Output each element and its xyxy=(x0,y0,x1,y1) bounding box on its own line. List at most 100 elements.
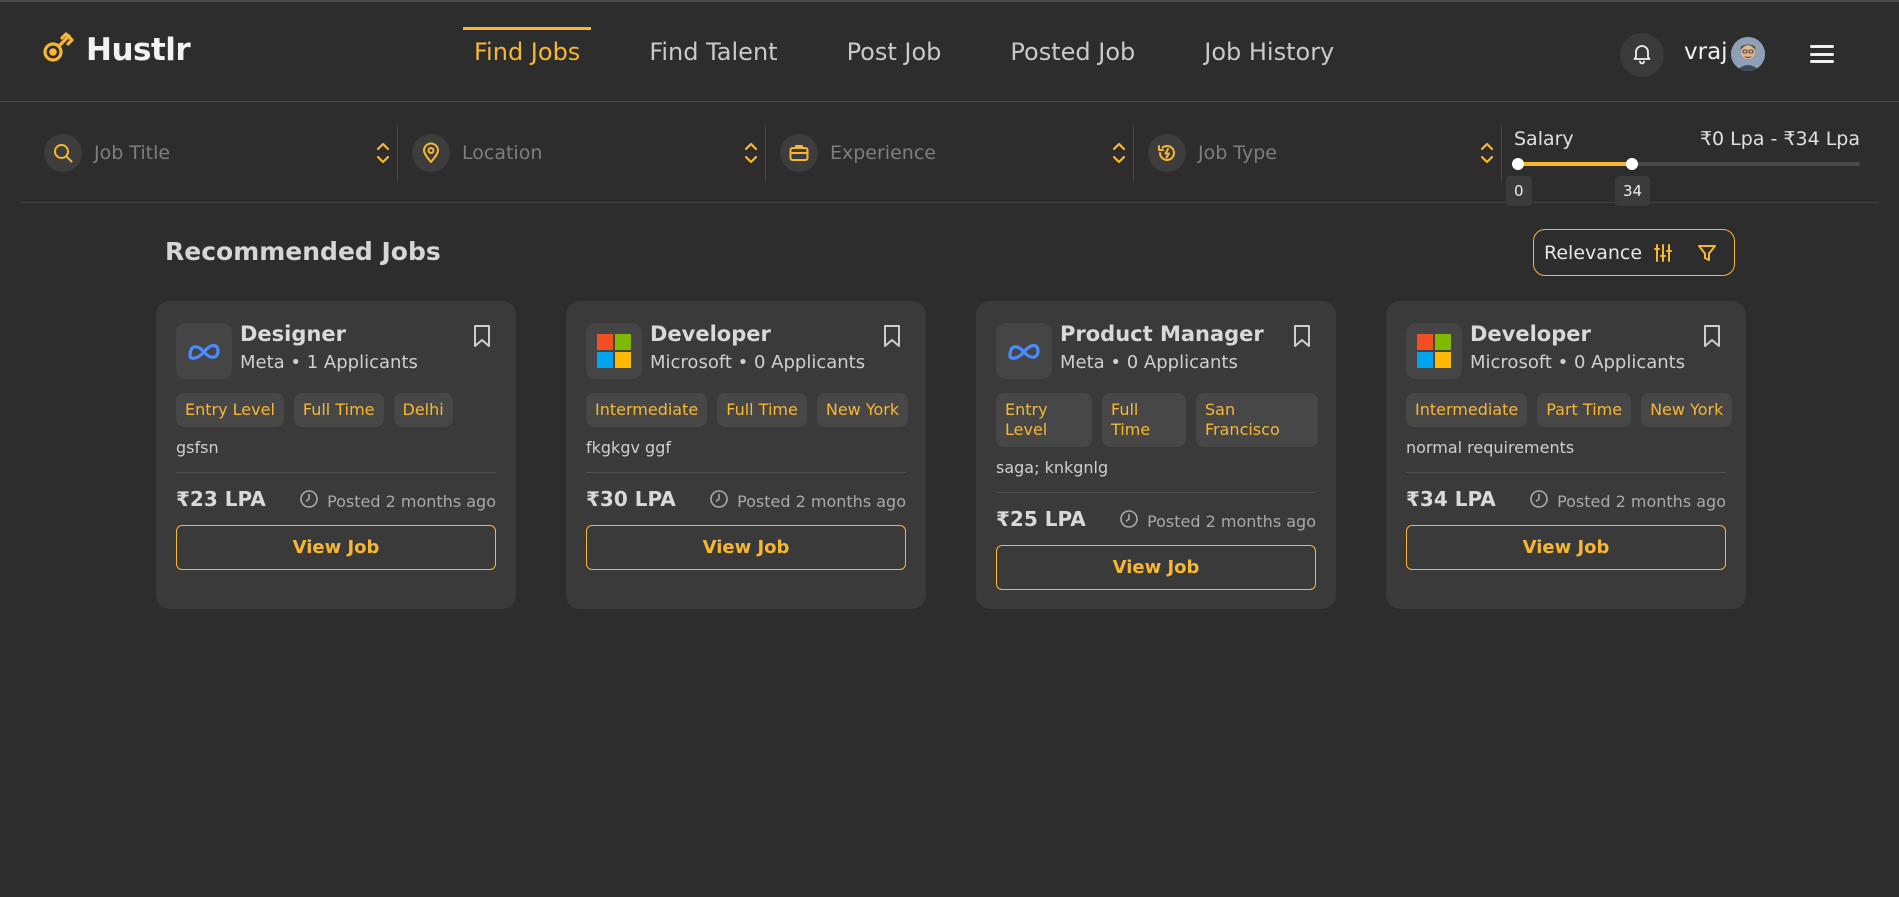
job-card[interactable]: Designer Meta • 1 Applicants Entry Level… xyxy=(156,301,516,609)
sliders-icon[interactable] xyxy=(1652,242,1674,268)
job-title-filter[interactable]: Job Title xyxy=(44,125,392,181)
job-tag: San Francisco xyxy=(1196,393,1318,447)
microsoft-logo-icon xyxy=(586,323,642,379)
app-logo[interactable]: Hustlr xyxy=(40,30,191,70)
nav-find-jobs[interactable]: Find Jobs xyxy=(463,2,592,102)
card-divider xyxy=(1406,472,1726,473)
job-salary: ₹25 LPA xyxy=(996,507,1086,531)
chevron-updown-icon xyxy=(374,139,392,171)
posted-text: Posted 2 months ago xyxy=(327,491,496,511)
salary-range-text: ₹0 Lpa - ₹34 Lpa xyxy=(1699,128,1860,150)
job-tag: Full Time xyxy=(717,393,807,427)
user-name[interactable]: vraj xyxy=(1684,39,1728,65)
filter-divider xyxy=(1501,125,1502,181)
job-posted: Posted 2 months ago xyxy=(1529,489,1726,513)
filter-divider xyxy=(397,125,398,181)
salary-max-value: 34 xyxy=(1615,176,1651,206)
job-tag: Full Time xyxy=(1102,393,1186,447)
job-tags: Intermediate Part Time New York xyxy=(1406,393,1733,427)
header: Hustlr Find Jobs Find Talent Post Job Po… xyxy=(0,2,1899,102)
nav-find-talent[interactable]: Find Talent xyxy=(638,2,788,102)
filter-divider xyxy=(1133,125,1134,181)
job-tag: Intermediate xyxy=(586,393,708,427)
job-card[interactable]: Developer Microsoft • 0 Applicants Inter… xyxy=(566,301,926,609)
clock-icon xyxy=(1529,489,1549,513)
notification-button[interactable] xyxy=(1620,33,1664,77)
salary-label: Salary xyxy=(1514,128,1574,150)
briefcase-icon xyxy=(780,134,818,172)
job-title: Developer xyxy=(650,322,771,346)
job-type-filter[interactable]: Job Type xyxy=(1148,125,1496,181)
chevron-updown-icon xyxy=(1110,139,1128,171)
nav-posted-job[interactable]: Posted Job xyxy=(999,2,1146,102)
bell-icon xyxy=(1630,41,1654,69)
job-tag: Entry Level xyxy=(996,393,1092,447)
avatar[interactable] xyxy=(1731,37,1765,71)
job-title: Product Manager xyxy=(1060,322,1264,346)
salary-max-handle[interactable] xyxy=(1626,158,1638,170)
nav-job-history[interactable]: Job History xyxy=(1193,2,1345,102)
filter-icon[interactable] xyxy=(1696,242,1718,268)
main-nav: Find Jobs Find Talent Post Job Posted Jo… xyxy=(463,2,1392,102)
job-tag: New York xyxy=(1641,393,1733,427)
app-name: Hustlr xyxy=(86,32,191,68)
location-filter[interactable]: Location xyxy=(412,125,760,181)
job-description: fkgkgv ggf xyxy=(586,438,671,457)
view-job-button[interactable]: View Job xyxy=(586,525,906,570)
job-salary: ₹30 LPA xyxy=(586,487,676,511)
job-company: Microsoft • 0 Applicants xyxy=(1470,352,1686,373)
job-type-placeholder: Job Type xyxy=(1198,142,1277,164)
job-company: Meta • 0 Applicants xyxy=(1060,352,1238,373)
clock-icon xyxy=(299,489,319,513)
job-tags: Entry Level Full Time San Francisco xyxy=(996,393,1318,447)
sort-dropdown[interactable]: Relevance xyxy=(1533,229,1735,276)
hustlr-logo-icon xyxy=(40,30,76,70)
clock-icon xyxy=(709,489,729,513)
job-tag: New York xyxy=(816,393,909,427)
salary-min-handle[interactable] xyxy=(1512,158,1524,170)
job-company: Microsoft • 0 Applicants xyxy=(650,352,866,373)
job-title: Developer xyxy=(1470,322,1591,346)
posted-text: Posted 2 months ago xyxy=(1147,511,1316,531)
view-job-button[interactable]: View Job xyxy=(996,545,1316,590)
map-pin-icon xyxy=(412,134,450,172)
search-icon xyxy=(44,134,82,172)
filter-bar: Job Title Location Experience Job Type S… xyxy=(20,103,1879,206)
job-title: Designer xyxy=(240,322,346,346)
job-tags: Entry Level Full Time Delhi xyxy=(176,393,498,427)
view-job-button[interactable]: View Job xyxy=(1406,525,1726,570)
job-card[interactable]: Product Manager Meta • 0 Applicants Entr… xyxy=(976,301,1336,609)
chevron-updown-icon xyxy=(742,139,760,171)
salary-slider-fill xyxy=(1514,162,1632,166)
bookmark-icon[interactable] xyxy=(1292,323,1312,353)
experience-placeholder: Experience xyxy=(830,142,936,164)
job-tag: Entry Level xyxy=(176,393,284,427)
meta-logo-icon xyxy=(996,323,1052,379)
section-title: Recommended Jobs xyxy=(165,237,441,266)
salary-slider[interactable] xyxy=(1512,158,1860,170)
posted-text: Posted 2 months ago xyxy=(1557,491,1726,511)
card-divider xyxy=(996,492,1316,493)
card-divider xyxy=(176,472,496,473)
nav-post-job[interactable]: Post Job xyxy=(836,2,953,102)
job-card[interactable]: Developer Microsoft • 0 Applicants Inter… xyxy=(1386,301,1746,609)
chevron-updown-icon xyxy=(1478,139,1496,171)
card-divider xyxy=(586,472,906,473)
bookmark-icon[interactable] xyxy=(472,323,492,353)
job-tags: Intermediate Full Time New York xyxy=(586,393,909,427)
bookmark-icon[interactable] xyxy=(882,323,902,353)
experience-filter[interactable]: Experience xyxy=(780,125,1128,181)
salary-min-value: 0 xyxy=(1506,176,1532,206)
job-description: normal requirements xyxy=(1406,438,1575,457)
hamburger-menu-icon[interactable] xyxy=(1808,40,1836,68)
job-salary: ₹34 LPA xyxy=(1406,487,1496,511)
view-job-button[interactable]: View Job xyxy=(176,525,496,570)
bookmark-icon[interactable] xyxy=(1702,323,1722,353)
posted-text: Posted 2 months ago xyxy=(737,491,906,511)
sort-label: Relevance xyxy=(1544,241,1643,264)
meta-logo-icon xyxy=(176,323,232,379)
location-placeholder: Location xyxy=(462,142,543,164)
job-company: Meta • 1 Applicants xyxy=(240,352,418,373)
job-description: saga; knkgnlg xyxy=(996,458,1109,477)
job-posted: Posted 2 months ago xyxy=(1119,509,1316,533)
